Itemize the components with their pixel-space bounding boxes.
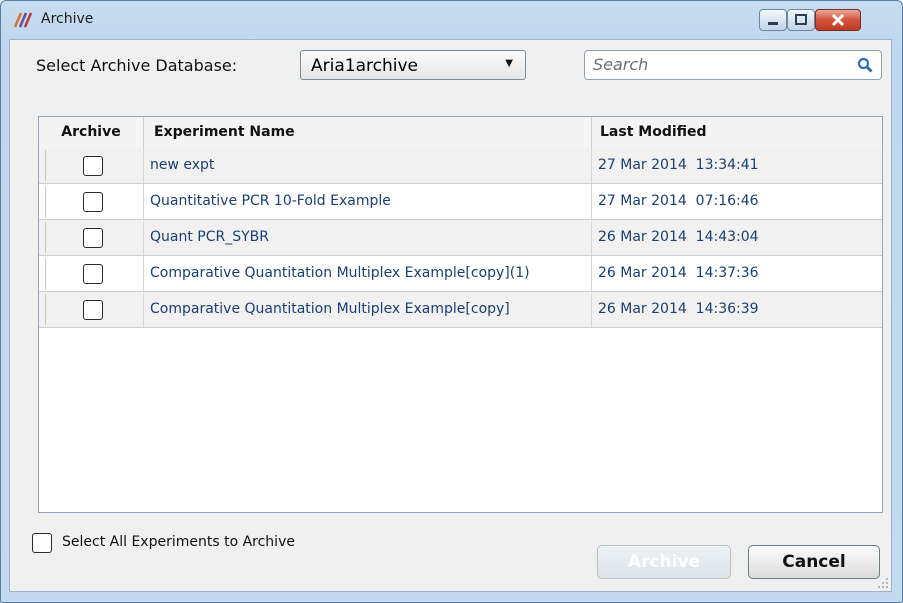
column-header-archive[interactable]: Archive [39,117,144,148]
experiment-name-cell: Quant PCR_SYBR [144,220,592,255]
experiment-name-cell: Quantitative PCR 10-Fold Example [144,184,592,219]
last-modified-cell: 27 Mar 2014 07:16:46 [598,193,759,209]
dropdown-arrow-icon: ▼ [505,58,513,69]
archive-checkbox[interactable] [83,192,103,212]
archive-checkbox[interactable] [83,156,103,176]
archive-cell [39,148,144,183]
table-header: Archive Experiment Name Last Modified [39,117,882,149]
archive-button[interactable]: Archive [597,545,731,579]
select-all-label[interactable]: Select All Experiments to Archive [62,534,295,550]
archive-checkbox[interactable] [83,264,103,284]
column-header-experiment-name[interactable]: Experiment Name [144,117,592,148]
app-logo-icon [13,12,33,28]
maximize-icon [795,14,807,25]
title-bar[interactable]: Archive [1,1,902,39]
experiment-name-cell: new expt [144,148,592,183]
experiment-name-cell: Comparative Quantitation Multiplex Examp… [144,292,592,327]
last-modified-cell: 26 Mar 2014 14:37:36 [598,265,759,281]
last-modified-cell: 26 Mar 2014 14:43:04 [598,229,759,245]
experiment-name-cell: Comparative Quantitation Multiplex Examp… [144,256,592,291]
table-row[interactable]: Quant PCR_SYBR 26 Mar 2014 14:43:04 [39,220,882,256]
window-title: Archive [41,11,94,27]
archive-checkbox[interactable] [83,300,103,320]
close-button[interactable] [815,9,861,31]
resize-grip-icon[interactable] [877,577,889,589]
database-dropdown[interactable]: Aria1archive ▼ [300,50,526,80]
archive-cell [39,184,144,219]
archive-checkbox[interactable] [83,228,103,248]
experiments-table: Archive Experiment Name Last Modified ne… [38,116,883,513]
column-header-last-modified[interactable]: Last Modified [592,117,882,148]
table-row[interactable]: Comparative Quantitation Multiplex Examp… [39,256,882,292]
archive-cell [39,292,144,327]
search-icon[interactable] [857,57,873,73]
last-modified-cell: 26 Mar 2014 14:36:39 [598,301,759,317]
select-database-label: Select Archive Database: [36,56,238,75]
table-row[interactable]: Quantitative PCR 10-Fold Example 27 Mar … [39,184,882,220]
select-all-checkbox[interactable] [32,533,52,553]
minimize-button[interactable] [759,9,787,31]
table-row[interactable]: new expt 27 Mar 2014 13:34:41 [39,148,882,184]
archive-dialog: Archive Select Archive Database: Aria1ar… [0,0,903,603]
dialog-content: Select Archive Database: Aria1archive ▼ … [9,39,892,592]
search-input[interactable]: Search [584,50,882,80]
cancel-button[interactable]: Cancel [748,545,880,579]
table-row[interactable]: Comparative Quantitation Multiplex Examp… [39,292,882,328]
maximize-button[interactable] [787,9,815,31]
close-icon [831,13,845,27]
last-modified-cell: 27 Mar 2014 13:34:41 [598,157,759,173]
archive-cell [39,256,144,291]
archive-cell [39,220,144,255]
minimize-icon [768,22,778,25]
search-placeholder: Search [593,55,649,74]
database-dropdown-value: Aria1archive [311,56,418,76]
